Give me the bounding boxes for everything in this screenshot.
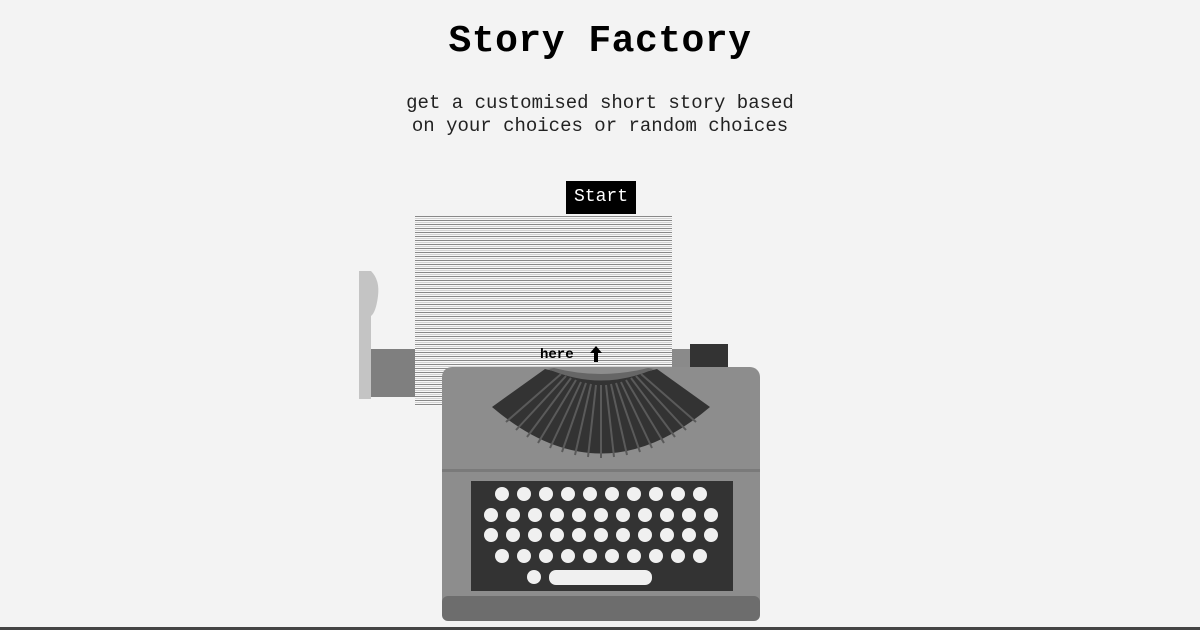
arrow-up-icon xyxy=(590,346,602,362)
carriage-lever xyxy=(672,344,728,368)
carriage-knob xyxy=(359,271,416,399)
page: Story Factory get a customised short sto… xyxy=(0,0,1200,630)
paper-hint-label: here xyxy=(540,347,574,363)
typewriter-illustration xyxy=(359,216,760,621)
keyboard xyxy=(471,481,733,591)
